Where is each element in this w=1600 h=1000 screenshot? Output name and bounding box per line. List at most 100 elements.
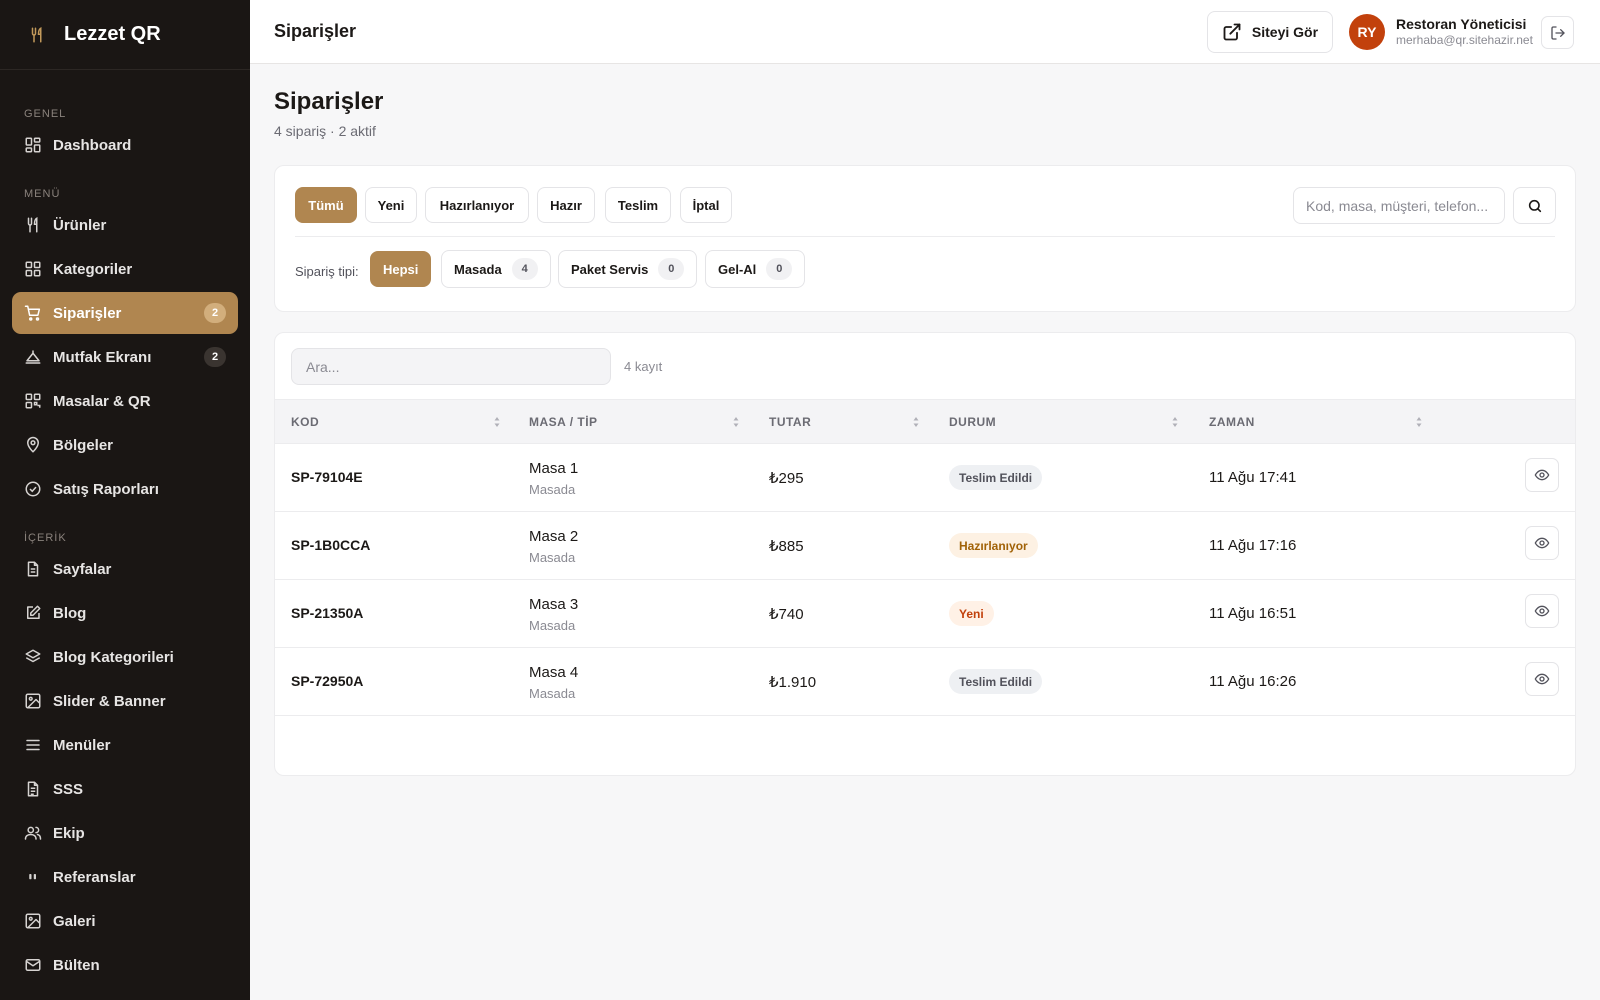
- sidebar-item-label: Blog: [53, 604, 87, 622]
- status-filter-preparing[interactable]: Hazırlanıyor: [425, 187, 529, 223]
- sidebar-item-regions[interactable]: Bölgeler: [12, 424, 238, 466]
- sidebar-item-products[interactable]: Ürünler: [12, 204, 238, 246]
- view-order-button[interactable]: [1525, 662, 1559, 696]
- order-time: 11 Ağu 17:41: [1209, 469, 1297, 486]
- sidebar-item-categories[interactable]: Kategoriler: [12, 248, 238, 290]
- search-icon: [1528, 199, 1541, 212]
- user-email: merhaba@qr.sitehazir.net: [1396, 33, 1533, 47]
- utensils-icon: [24, 216, 42, 234]
- order-search-input[interactable]: [1293, 187, 1505, 224]
- sort-icon[interactable]: [1415, 415, 1423, 429]
- type-filter-all[interactable]: Hepsi: [370, 251, 432, 287]
- record-count: 4 kayıt: [624, 359, 663, 374]
- column-header-time[interactable]: ZAMAN: [1209, 400, 1255, 444]
- column-header-table-type[interactable]: MASA / TİP: [529, 400, 598, 444]
- sort-icon[interactable]: [1171, 415, 1179, 429]
- order-type: Masada: [529, 482, 576, 497]
- sidebar-item-pages[interactable]: Sayfalar: [12, 548, 238, 590]
- topbar: Siparişler Siteyi Gör RY Restoran Yöneti…: [250, 0, 1600, 64]
- user-name: Restoran Yöneticisi: [1396, 16, 1527, 32]
- status-filter-cancelled[interactable]: İptal: [680, 187, 732, 223]
- order-amount: ₺295: [769, 470, 804, 487]
- sidebar-item-slider-banner[interactable]: Slider & Banner: [12, 680, 238, 722]
- table-name: Masa 3: [529, 596, 579, 613]
- sidebar-item-blog[interactable]: Blog: [12, 592, 238, 634]
- order-code: SP-1B0CCA: [291, 537, 371, 553]
- sidebar-item-faq[interactable]: SSS: [12, 768, 238, 810]
- table-row[interactable]: SP-79104E Masa 1 Masada ₺295 Teslim Edil…: [275, 444, 1575, 512]
- sidebar-item-label: Mutfak Ekranı: [53, 348, 152, 366]
- eye-icon: [1534, 469, 1550, 481]
- order-type-label: Sipariş tipi:: [295, 264, 359, 279]
- logout-icon: [1550, 25, 1565, 40]
- menu-icon: [24, 736, 42, 754]
- divider: [295, 236, 1555, 237]
- status-filter-ready[interactable]: Hazır: [537, 187, 595, 223]
- order-type: Masada: [529, 686, 576, 701]
- type-filter-delivery[interactable]: Paket Servis 0: [558, 250, 698, 288]
- sidebar-item-references[interactable]: Referanslar: [12, 856, 238, 898]
- sidebar-item-dashboard[interactable]: Dashboard: [12, 124, 238, 166]
- sidebar-item-gallery[interactable]: Galeri: [12, 900, 238, 942]
- status-filter-delivered[interactable]: Teslim: [605, 187, 671, 223]
- file-text-icon: [24, 780, 42, 798]
- sidebar-item-label: Kategoriler: [53, 260, 133, 278]
- logout-button[interactable]: [1541, 16, 1574, 49]
- sidebar-item-label: Blog Kategorileri: [53, 648, 174, 666]
- type-filter-takeaway[interactable]: Gel-Al 0: [705, 250, 806, 288]
- view-site-button[interactable]: Siteyi Gör: [1207, 11, 1333, 53]
- table-name: Masa 1: [529, 460, 579, 477]
- sidebar-item-orders[interactable]: Siparişler 2: [12, 292, 238, 334]
- nav-section-title: İÇERİK: [24, 532, 67, 544]
- table-row[interactable]: SP-1B0CCA Masa 2 Masada ₺885 Hazırlanıyo…: [275, 512, 1575, 580]
- sidebar-item-menus[interactable]: Menüler: [12, 724, 238, 766]
- brand[interactable]: Lezzet QR: [0, 0, 250, 70]
- orders-table: 4 kayıt KOD MASA / TİP TUTAR DURUM ZAMAN…: [274, 332, 1576, 776]
- view-order-button[interactable]: [1525, 458, 1559, 492]
- order-code: SP-79104E: [291, 469, 363, 485]
- sort-icon[interactable]: [732, 415, 740, 429]
- sidebar-item-label: Menüler: [53, 736, 111, 754]
- status-filter-all[interactable]: Tümü: [295, 187, 357, 223]
- order-amount: ₺885: [769, 538, 804, 555]
- sidebar-item-newsletter[interactable]: Bülten: [12, 944, 238, 986]
- grid-icon: [24, 260, 42, 278]
- order-type: Masada: [529, 618, 576, 633]
- order-type: Masada: [529, 550, 576, 565]
- sidebar-item-blog-categories[interactable]: Blog Kategorileri: [12, 636, 238, 678]
- sidebar-item-label: Ekip: [53, 824, 85, 842]
- table-row[interactable]: SP-21350A Masa 3 Masada ₺740 Yeni 11 Ağu…: [275, 580, 1575, 648]
- table-header: KOD MASA / TİP TUTAR DURUM ZAMAN: [275, 399, 1575, 444]
- table-row[interactable]: SP-72950A Masa 4 Masada ₺1.910 Teslim Ed…: [275, 648, 1575, 716]
- order-time: 11 Ağu 17:16: [1209, 537, 1297, 554]
- status-filter-new[interactable]: Yeni: [365, 187, 417, 223]
- layers-icon: [24, 648, 42, 666]
- search-button[interactable]: [1513, 187, 1556, 224]
- avatar[interactable]: RY: [1349, 14, 1385, 50]
- sidebar-item-label: Referanslar: [53, 868, 136, 886]
- sidebar-item-team[interactable]: Ekip: [12, 812, 238, 854]
- column-header-amount[interactable]: TUTAR: [769, 400, 811, 444]
- sidebar-item-kitchen[interactable]: Mutfak Ekranı 2: [12, 336, 238, 378]
- mail-icon: [24, 956, 42, 974]
- cart-icon: [24, 304, 42, 322]
- type-filter-dine-in[interactable]: Masada 4: [441, 250, 551, 288]
- sidebar-item-sales-reports[interactable]: Satış Raporları: [12, 468, 238, 510]
- view-order-button[interactable]: [1525, 526, 1559, 560]
- sidebar-item-label: SSS: [53, 780, 84, 798]
- sort-icon[interactable]: [493, 415, 501, 429]
- sidebar-item-tables-qr[interactable]: Masalar & QR: [12, 380, 238, 422]
- sidebar-item-label: Satış Raporları: [53, 480, 159, 498]
- sidebar-item-label: Ürünler: [53, 216, 107, 234]
- file-icon: [24, 560, 42, 578]
- sidebar-item-label: Slider & Banner: [53, 692, 166, 710]
- page-title: Siparişler: [274, 88, 384, 115]
- column-header-status[interactable]: DURUM: [949, 400, 996, 444]
- table-search-input[interactable]: [291, 348, 611, 385]
- utensils-icon: [28, 26, 46, 44]
- brand-name: Lezzet QR: [64, 23, 161, 45]
- column-header-code[interactable]: KOD: [291, 400, 319, 444]
- count-badge: 2: [204, 303, 226, 323]
- view-order-button[interactable]: [1525, 594, 1559, 628]
- sort-icon[interactable]: [912, 415, 920, 429]
